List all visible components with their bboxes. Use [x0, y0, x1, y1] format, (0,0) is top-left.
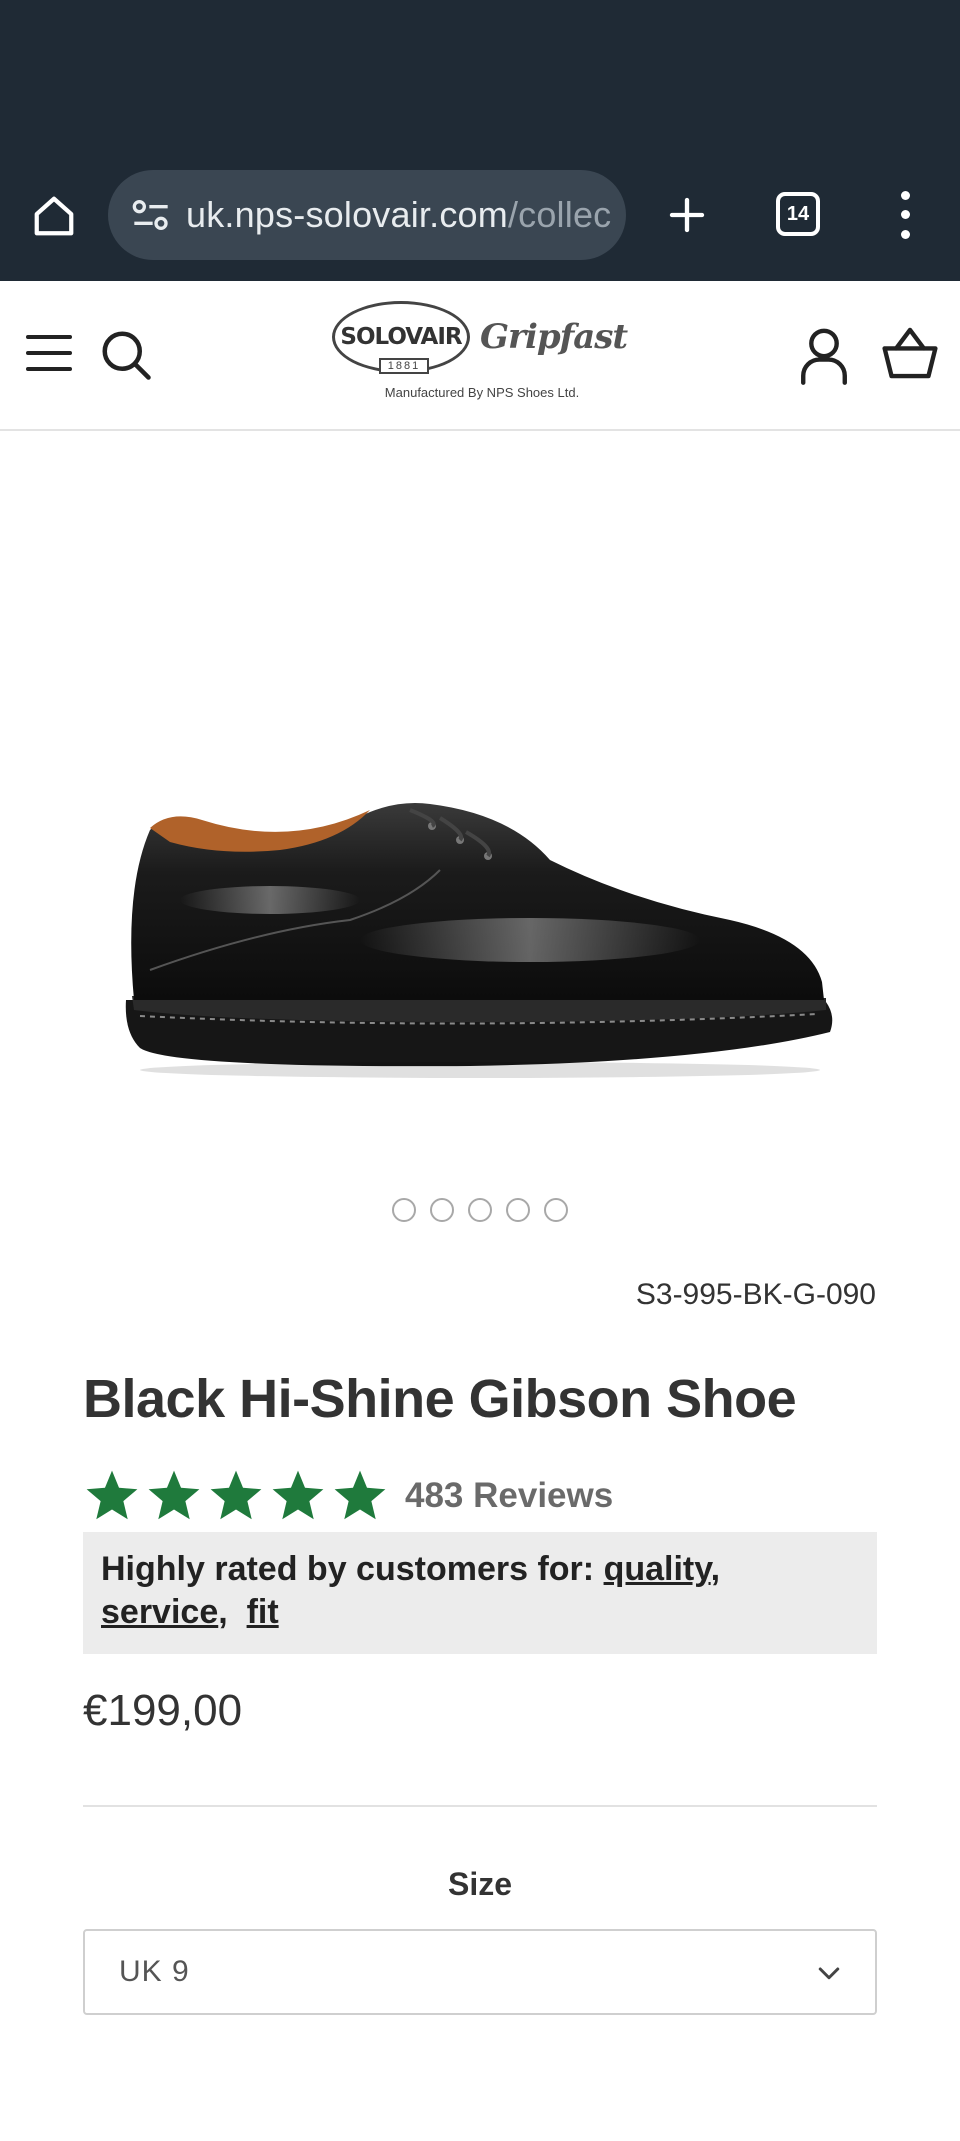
size-select[interactable]: UK 9 [83, 1929, 877, 2015]
image-carousel-dots [0, 1198, 960, 1224]
chevron-down-icon [818, 1967, 840, 1980]
logo-tagline: Manufactured By NPS Shoes Ltd. [384, 385, 580, 400]
carousel-dot[interactable] [392, 1198, 416, 1222]
logo-year: 1881 [379, 358, 429, 374]
url-path: /collec [507, 194, 612, 235]
highlight-fit[interactable]: fit [247, 1593, 279, 1631]
address-bar[interactable]: uk.nps-solovair.com/collec [108, 170, 626, 260]
product-title: Black Hi-Shine Gibson Shoe [83, 1369, 797, 1429]
star-icon [272, 1470, 324, 1520]
highlight-service[interactable]: service [101, 1593, 218, 1631]
product-price: €199,00 [83, 1686, 243, 1735]
star-icon [148, 1470, 200, 1520]
carousel-dot[interactable] [544, 1198, 568, 1222]
home-icon[interactable] [28, 190, 80, 242]
size-label: Size [447, 1866, 513, 1902]
shoe-illustration [125, 803, 833, 1078]
product-sku: S3-995-BK-G-090 [635, 1278, 876, 1311]
star-rating [83, 1467, 389, 1525]
solovair-logo-oval: SOLOVAIR 1881 [332, 301, 470, 374]
url-domain: uk.nps-solovair.com [186, 194, 508, 235]
carousel-dot[interactable] [506, 1198, 530, 1222]
product-image[interactable] [110, 770, 850, 1110]
site-header: SOLOVAIR 1881 Gripfast Manufactured By N… [0, 281, 960, 431]
logo-script: Gripfast [480, 317, 628, 357]
customer-highlights: Highly rated by customers for: quality, … [83, 1532, 877, 1654]
highlight-quality[interactable]: quality [604, 1550, 711, 1588]
site-settings-icon[interactable] [126, 195, 176, 235]
more-vert-icon[interactable] [888, 186, 922, 244]
logo-brand: SOLOVAIR [340, 324, 462, 350]
account-icon[interactable] [796, 325, 852, 385]
reviews-link[interactable]: 483 Reviews [405, 1476, 613, 1516]
star-icon [334, 1470, 386, 1520]
highlights-prefix: Highly rated by customers for: [101, 1550, 595, 1588]
tab-count: 14 [786, 202, 810, 225]
site-logo[interactable]: SOLOVAIR 1881 Gripfast Manufactured By N… [332, 301, 632, 411]
search-icon[interactable] [96, 325, 156, 385]
star-icon [86, 1470, 138, 1520]
new-tab-icon[interactable] [660, 188, 714, 242]
basket-icon[interactable] [880, 325, 940, 381]
hamburger-icon[interactable] [26, 335, 72, 371]
carousel-dot[interactable] [430, 1198, 454, 1222]
rating-summary[interactable]: 483 Reviews [83, 1466, 613, 1526]
star-icon [210, 1470, 262, 1520]
size-selected-value: UK 9 [119, 1955, 190, 1988]
divider [83, 1805, 877, 1807]
tab-switcher-icon[interactable]: 14 [776, 192, 820, 236]
carousel-dot[interactable] [468, 1198, 492, 1222]
browser-toolbar: uk.nps-solovair.com/collec 14 [0, 0, 960, 281]
